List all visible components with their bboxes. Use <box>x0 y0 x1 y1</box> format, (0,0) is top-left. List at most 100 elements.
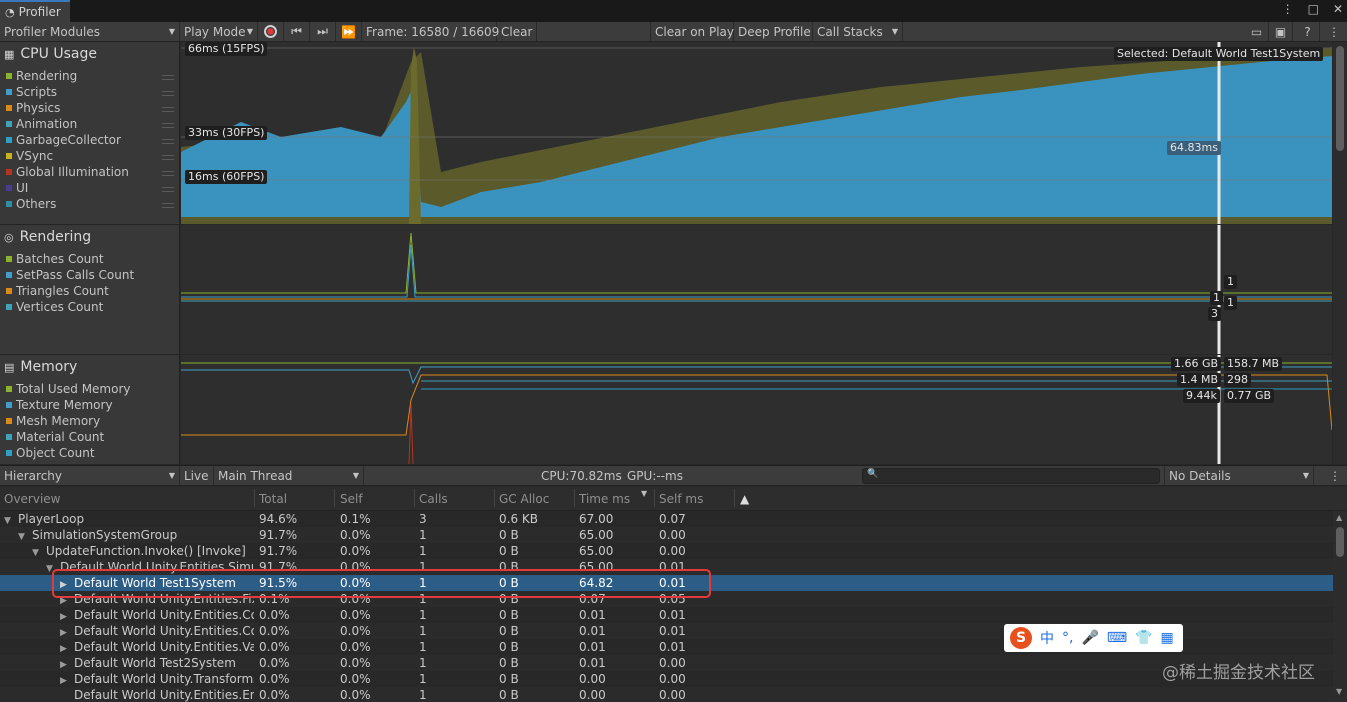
clear-on-play-toggle[interactable]: Clear on Play <box>650 22 734 41</box>
legend-object-count[interactable]: Object Count <box>6 446 95 460</box>
view-mode-dropdown[interactable]: Hierarchy ▼ <box>0 466 180 485</box>
drag-handle[interactable] <box>162 203 174 208</box>
drag-handle[interactable] <box>162 139 174 144</box>
expanded-arrow-icon[interactable]: ▼ <box>32 548 41 558</box>
legend-texture-memory[interactable]: Texture Memory <box>6 398 113 412</box>
legend-batches[interactable]: Batches Count <box>6 252 104 266</box>
deep-profile-toggle[interactable]: Deep Profile <box>734 22 813 41</box>
column-self-ms[interactable]: Self ms <box>659 492 703 506</box>
drag-handle[interactable] <box>162 187 174 192</box>
column-overview[interactable]: Overview <box>4 492 61 506</box>
legend-triangles[interactable]: Triangles Count <box>6 284 109 298</box>
memory-module-title[interactable]: ▤ Memory <box>4 359 77 375</box>
column-divider[interactable] <box>494 489 495 507</box>
column-time-ms[interactable]: Time ms <box>579 492 630 506</box>
cpu-module-title[interactable]: ▦ CPU Usage <box>4 46 97 62</box>
column-divider[interactable] <box>414 489 415 507</box>
memory-chart[interactable]: 1.66 GB 1.4 MB 9.44k 158.7 MB 298 0.77 G… <box>181 355 1332 464</box>
legend-vertices[interactable]: Vertices Count <box>6 300 103 314</box>
options-button[interactable]: ⋮ <box>1322 22 1346 41</box>
column-gc-alloc[interactable]: GC Alloc <box>499 492 549 506</box>
next-frame-button[interactable]: ⏭ <box>310 22 336 41</box>
legend-ui[interactable]: UI <box>6 181 28 195</box>
expanded-arrow-icon[interactable]: ▼ <box>18 532 27 542</box>
legend-global-illumination[interactable]: Global Illumination <box>6 165 129 179</box>
help-button[interactable]: ? <box>1296 22 1320 41</box>
column-total[interactable]: Total <box>259 492 287 506</box>
hierarchy-options-button[interactable]: ⋮ <box>1324 466 1346 485</box>
scroll-thumb[interactable] <box>1336 46 1344 151</box>
clear-button[interactable]: Clear <box>497 22 537 41</box>
call-stacks-dropdown[interactable]: Call Stacks ▼ <box>813 22 903 41</box>
legend-vsync[interactable]: VSync <box>6 149 53 163</box>
more-menu-icon[interactable]: ⋮ <box>1282 2 1294 16</box>
charts-scrollbar[interactable] <box>1333 42 1347 464</box>
record-button[interactable] <box>258 22 284 41</box>
legend-total-used-memory[interactable]: Total Used Memory <box>6 382 131 396</box>
keyboard-icon[interactable]: ⌨ <box>1107 630 1127 646</box>
column-divider[interactable] <box>654 489 655 507</box>
collapsed-arrow-icon[interactable]: ▶ <box>60 644 69 654</box>
skin-icon[interactable]: 👕 <box>1135 630 1152 646</box>
rendering-chart[interactable]: 1 1 1 3 <box>181 225 1332 354</box>
save-button[interactable]: ▣ <box>1269 22 1293 41</box>
drag-handle[interactable] <box>162 91 174 96</box>
drag-handle[interactable] <box>162 107 174 112</box>
details-dropdown[interactable]: No Details ▼ <box>1164 466 1314 485</box>
legend-setpass[interactable]: SetPass Calls Count <box>6 268 134 282</box>
scroll-down-icon[interactable]: ▼ <box>1336 687 1342 696</box>
column-divider[interactable] <box>254 489 255 507</box>
column-self[interactable]: Self <box>340 492 363 506</box>
table-row[interactable]: ▼ SimulationSystemGroup 91.7% 0.0% 1 0 B 65.00… <box>0 527 1333 543</box>
profiler-tab[interactable]: ◔ Profiler <box>0 0 70 22</box>
rendering-module-title[interactable]: ◎ Rendering <box>4 229 91 245</box>
ime-logo-icon[interactable]: S <box>1010 627 1032 649</box>
search-input[interactable]: 🔍 <box>862 468 1160 484</box>
table-row[interactable]: ▼ UpdateFunction.Invoke() [Invoke] 91.7% 0.… <box>0 543 1333 559</box>
load-button[interactable]: ▭ <box>1245 22 1269 41</box>
scroll-thumb[interactable] <box>1336 527 1344 557</box>
legend-garbagecollector[interactable]: GarbageCollector <box>6 133 121 147</box>
legend-others[interactable]: Others <box>6 197 56 211</box>
legend-mesh-memory[interactable]: Mesh Memory <box>6 414 100 428</box>
thread-dropdown[interactable]: Main Thread ▼ <box>214 466 364 485</box>
ime-language-toggle[interactable]: 中 <box>1040 628 1054 648</box>
drag-handle[interactable] <box>162 155 174 160</box>
table-row[interactable]: ▶ Default World Unity.Entities.Con 0.0% 0.0… <box>0 607 1333 623</box>
warning-column-icon[interactable]: ▲ <box>740 492 749 506</box>
live-toggle[interactable]: Live <box>180 466 214 485</box>
column-divider[interactable] <box>734 489 735 507</box>
table-row[interactable]: ▶ Default World Test2System 0.0% 0.0% 1 0 B 0.… <box>0 655 1333 671</box>
legend-rendering[interactable]: Rendering <box>6 69 77 83</box>
scroll-up-icon[interactable]: ▲ <box>1336 513 1342 522</box>
toolbox-icon[interactable]: ▦ <box>1161 630 1174 646</box>
table-row[interactable]: Default World Unity.Entities.End 0.0% 0.0%… <box>0 687 1333 702</box>
cpu-usage-chart[interactable]: 66ms (15FPS) 33ms (30FPS) 16ms (60FPS) S… <box>181 42 1332 224</box>
collapsed-arrow-icon[interactable]: ▶ <box>60 676 69 686</box>
table-row[interactable]: ▶ Default World Unity.Transforms. 0.0% 0.0%… <box>0 671 1333 687</box>
maximize-icon[interactable]: □ <box>1308 2 1319 16</box>
collapsed-arrow-icon[interactable]: ▶ <box>60 612 69 622</box>
profiler-modules-dropdown[interactable]: Profiler Modules ▼ <box>0 22 180 41</box>
legend-material-count[interactable]: Material Count <box>6 430 104 444</box>
drag-handle[interactable] <box>162 75 174 80</box>
play-mode-dropdown[interactable]: Play Mode ▼ <box>180 22 258 41</box>
drag-handle[interactable] <box>162 171 174 176</box>
column-divider[interactable] <box>574 489 575 507</box>
hierarchy-scrollbar[interactable]: ▲ ▼ <box>1333 511 1347 702</box>
collapsed-arrow-icon[interactable]: ▶ <box>60 628 69 638</box>
punctuation-icon[interactable]: °, <box>1062 630 1073 646</box>
microphone-icon[interactable]: 🎤 <box>1081 630 1098 646</box>
close-icon[interactable]: ✕ <box>1333 2 1343 16</box>
column-calls[interactable]: Calls <box>419 492 448 506</box>
drag-handle[interactable] <box>162 123 174 128</box>
legend-physics[interactable]: Physics <box>6 101 60 115</box>
table-row[interactable]: ▼ PlayerLoop 94.6% 0.1% 3 0.6 KB 67.00 0.07 <box>0 511 1333 527</box>
collapsed-arrow-icon[interactable]: ▶ <box>60 660 69 670</box>
legend-animation[interactable]: Animation <box>6 117 77 131</box>
expanded-arrow-icon[interactable]: ▼ <box>4 516 13 526</box>
legend-scripts[interactable]: Scripts <box>6 85 57 99</box>
current-frame-button[interactable]: ⏩ <box>336 22 362 41</box>
previous-frame-button[interactable]: ⏮ <box>284 22 310 41</box>
column-divider[interactable] <box>334 489 335 507</box>
